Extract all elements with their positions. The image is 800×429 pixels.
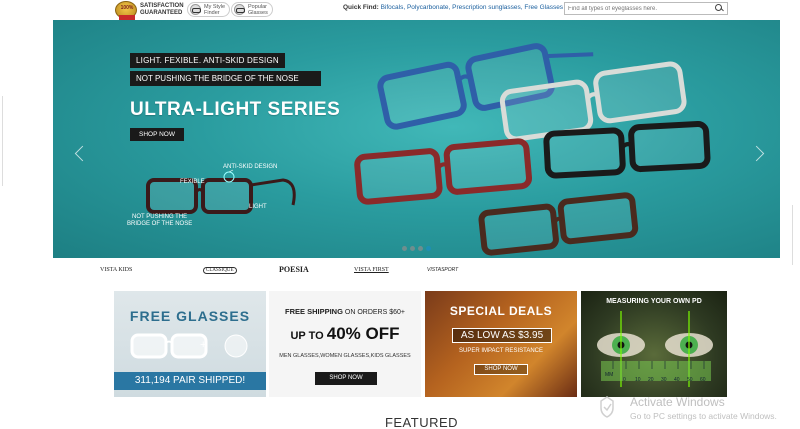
search-box [564,2,728,15]
scale-label: 40 [674,377,680,383]
top-bar: 100% SATISFACTION GUARANTEED My Style Fi… [0,0,800,20]
my-style-finder-button[interactable]: My Style Finder [187,2,231,17]
measure-pd-title: MEASURING YOUR OWN PD [606,298,702,305]
slide-dots [402,246,431,251]
callout-fexible: FEXIBLE [180,179,205,185]
red-glasses-icon [354,138,533,205]
free-glasses-title: FREE GLASSES [129,308,251,324]
free-shipping-line: FREE SHIPPING ON ORDERS $60+ [285,307,405,316]
next-slide-arrow-icon[interactable] [753,142,765,166]
demo-glasses-icon [146,169,296,214]
brand-vista-kids[interactable]: VISTA KIDS [100,267,132,273]
popular-glasses-label: Popular Glasses [248,3,268,16]
left-scroll-edge [0,96,3,186]
special-deals-subtitle: SUPER IMPACT RESISTANCE [458,348,543,354]
brown-glasses-icon [478,192,639,256]
brand-row: VISTA KIDS CLASSIQUE POESIA VISTA FIRST … [53,262,780,284]
slide-dot[interactable] [418,246,423,251]
quick-link-polycarbonate[interactable]: Polycarbonate, [407,4,450,11]
slide-dot[interactable] [402,246,407,251]
hero-title: ULTRA-LIGHT SERIES [130,99,341,120]
quick-link-bifocals[interactable]: Bifocals, [381,4,406,11]
satisfaction-text: SATISFACTION GUARANTEED [140,3,184,17]
hero-tagline-2: NOT PUSHING THE BRIDGE OF THE NOSE [130,71,321,86]
page: 100% SATISFACTION GUARANTEED My Style Fi… [0,0,800,429]
search-input[interactable] [565,3,713,14]
windows-watermark-icon [600,396,614,418]
scale-unit: MM [605,372,614,378]
quick-find: Quick Find: Bifocals, Polycarbonate, Pre… [343,4,563,11]
right-scroll-edge [792,205,800,265]
special-deals-price: AS LOW AS $3.95 [452,328,552,343]
activate-windows-subtitle: Go to PC settings to activate Windows. [630,411,777,421]
scale-label: 30 [661,377,667,383]
quick-find-label: Quick Find: [343,4,379,11]
glasses-categories: MEN GLASSES,WOMEN GLASSES,KIDS GLASSES [279,353,411,359]
satisfaction-line2: GUARANTEED [140,10,183,16]
popular-glasses-button[interactable]: Popular Glasses [231,2,273,17]
brand-poesia[interactable]: POESIA [279,265,309,274]
satisfaction-line1: SATISFACTION [140,3,184,9]
scale-label: 10 [635,377,641,383]
prev-slide-arrow-icon[interactable] [73,142,85,166]
callout-light: LIGHT [249,204,267,210]
scale-label: 0 [623,377,626,383]
scale-label: 50 [687,377,693,383]
free-shipping-card[interactable]: FREE SHIPPING ON ORDERS $60+ UP TO 40% O… [269,291,421,397]
special-deals-card[interactable]: SPECIAL DEALS AS LOW AS $3.95 SUPER IMPA… [425,291,577,397]
brand-classique[interactable]: CLASSIQUE [203,267,237,274]
callout-nose: NOT PUSHING THE BRIDGE OF THE NOSE [127,214,193,227]
hero-tagline-1: LIGHT. FEXIBLE. ANTI-SKID DESIGN [130,53,285,68]
brand-vista-sport[interactable]: VISTASPORT [427,267,458,273]
medal-text: 100% [120,5,134,11]
plus-sign: + [200,339,207,351]
quick-link-free-glasses[interactable]: Free Glasses [524,4,563,11]
search-icon[interactable] [713,3,725,14]
activate-windows-title: Activate Windows [630,395,725,409]
callout-antiskid: ANTI-SKID DESIGN [223,164,278,170]
hero-banner[interactable]: LIGHT. FEXIBLE. ANTI-SKID DESIGN NOT PUS… [53,20,780,258]
measure-pd-card[interactable]: MEASURING YOUR OWN PD MM 0 10 20 30 40 5… [581,291,727,397]
special-deals-title: SPECIAL DEALS [449,304,553,318]
face-icon [190,4,201,15]
brand-vista-first[interactable]: VISTA FIRST [354,267,389,273]
discount-line: UP TO 40% OFF [290,324,400,343]
free-glasses-icon [130,333,248,359]
medal-icon: 100% [115,1,137,20]
free-glasses-card[interactable]: FREE GLASSES + 311,194 PAIR SHIPPED! [114,291,266,397]
glasses-icon [234,4,245,15]
special-deals-shop-now-button[interactable]: SHOP NOW [474,364,528,375]
my-style-label: My Style Finder [204,3,226,16]
hero-shop-now-button[interactable]: SHOP NOW [130,128,184,141]
pairs-shipped-bar: 311,194 PAIR SHIPPED! [114,372,266,390]
quick-link-prescription-sunglasses[interactable]: Prescription sunglasses, [452,4,522,11]
scale-label: 60 [700,377,706,383]
slide-dot-active[interactable] [426,246,431,251]
black-glasses-icon [543,121,711,179]
slide-dot[interactable] [410,246,415,251]
eyes-ruler-illustration [597,311,713,387]
free-shipping-shop-now-button[interactable]: SHOP NOW [315,372,377,385]
satisfaction-badge[interactable]: 100% SATISFACTION GUARANTEED [115,1,184,20]
scale-label: 20 [648,377,654,383]
